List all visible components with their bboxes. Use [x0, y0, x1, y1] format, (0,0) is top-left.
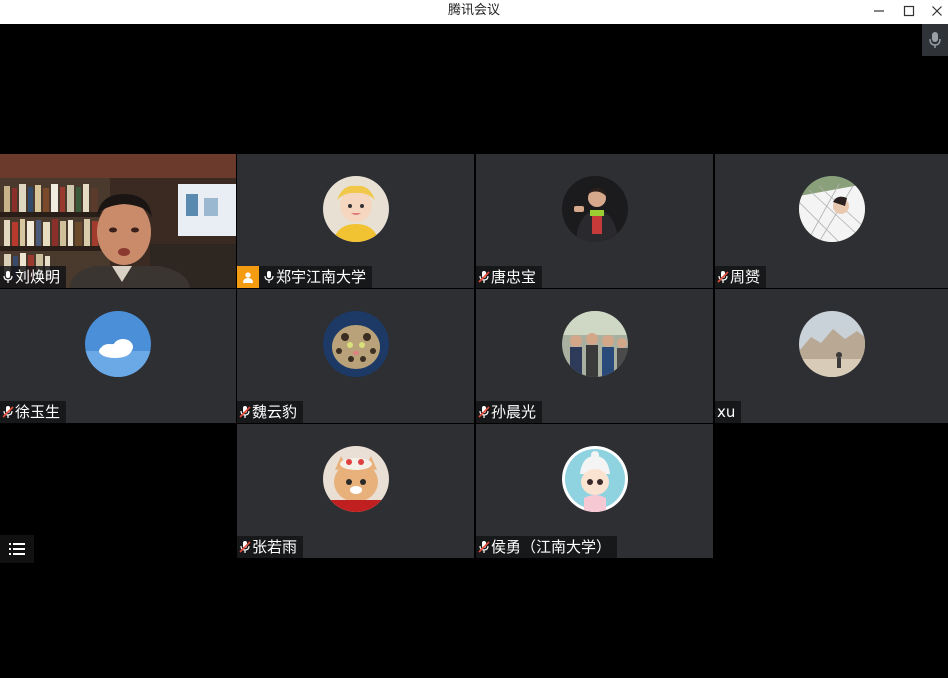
participant-name: xu — [717, 403, 736, 421]
audio-toggle-button[interactable] — [922, 24, 948, 56]
title-bar: 腾讯会议 — [0, 0, 948, 24]
participant-nametag: 周赟 — [715, 266, 767, 288]
participant-nametag: 侯勇（江南大学） — [476, 536, 618, 558]
participant-name: 魏云豹 — [252, 403, 298, 421]
video-tile[interactable]: xu — [715, 289, 948, 423]
participant-nametag: 刘焕明 — [0, 266, 67, 288]
video-tile[interactable]: 刘焕明 — [0, 154, 236, 288]
participant-nametag: 张若雨 — [237, 536, 304, 558]
avatar — [322, 446, 389, 512]
participant-name: 郑宇江南大学 — [276, 268, 367, 286]
maximize-icon — [903, 5, 915, 17]
avatar — [561, 176, 628, 242]
video-tile[interactable]: 周赟 — [715, 154, 948, 288]
window-title: 腾讯会议 — [447, 3, 500, 18]
avatar — [798, 311, 865, 377]
participant-nametag: 魏云豹 — [237, 401, 304, 423]
close-button[interactable] — [922, 0, 948, 22]
video-tile[interactable]: 孙晨光 — [476, 289, 713, 423]
participant-nametag: xu — [715, 401, 742, 423]
avatar — [561, 446, 628, 512]
close-icon — [932, 6, 942, 16]
microphone-muted-icon — [716, 266, 730, 288]
participant-name: 唐忠宝 — [491, 268, 537, 286]
microphone-muted-icon — [477, 536, 491, 558]
minimize-icon — [874, 10, 884, 12]
avatar — [798, 176, 865, 242]
participant-name: 周赟 — [730, 268, 761, 286]
participant-nametag: 唐忠宝 — [476, 266, 543, 288]
video-tile[interactable]: 郑宇江南大学 — [237, 154, 474, 288]
avatar — [322, 176, 389, 242]
list-icon — [9, 543, 25, 555]
participant-name: 侯勇（江南大学） — [491, 538, 612, 556]
avatar — [322, 311, 389, 377]
video-tile[interactable]: 张若雨 — [237, 424, 474, 558]
video-tile[interactable]: 唐忠宝 — [476, 154, 713, 288]
microphone-icon — [262, 266, 276, 288]
microphone-muted-icon — [1, 401, 15, 423]
participant-nametag: 徐玉生 — [0, 401, 67, 423]
participant-nametag: 郑宇江南大学 — [237, 266, 373, 288]
microphone-icon — [1, 266, 15, 288]
avatar — [85, 311, 151, 377]
video-tile[interactable]: 徐玉生 — [0, 289, 236, 423]
microphone-icon — [929, 32, 941, 48]
empty-tile — [715, 424, 948, 558]
video-tile[interactable]: 魏云豹 — [237, 289, 474, 423]
video-tile[interactable]: 侯勇（江南大学） — [476, 424, 713, 558]
avatar — [561, 311, 628, 377]
maximize-button[interactable] — [894, 0, 924, 22]
empty-tile — [0, 424, 236, 558]
participant-list-button[interactable] — [0, 535, 34, 563]
microphone-muted-icon — [477, 401, 491, 423]
participant-name: 刘焕明 — [15, 268, 61, 286]
participant-name: 孙晨光 — [491, 403, 537, 421]
person-icon — [237, 266, 259, 288]
participant-name: 徐玉生 — [15, 403, 61, 421]
minimize-button[interactable] — [864, 0, 894, 22]
participant-nametag: 孙晨光 — [476, 401, 543, 423]
microphone-muted-icon — [477, 266, 491, 288]
microphone-muted-icon — [238, 536, 252, 558]
participant-name: 张若雨 — [252, 538, 298, 556]
microphone-muted-icon — [238, 401, 252, 423]
